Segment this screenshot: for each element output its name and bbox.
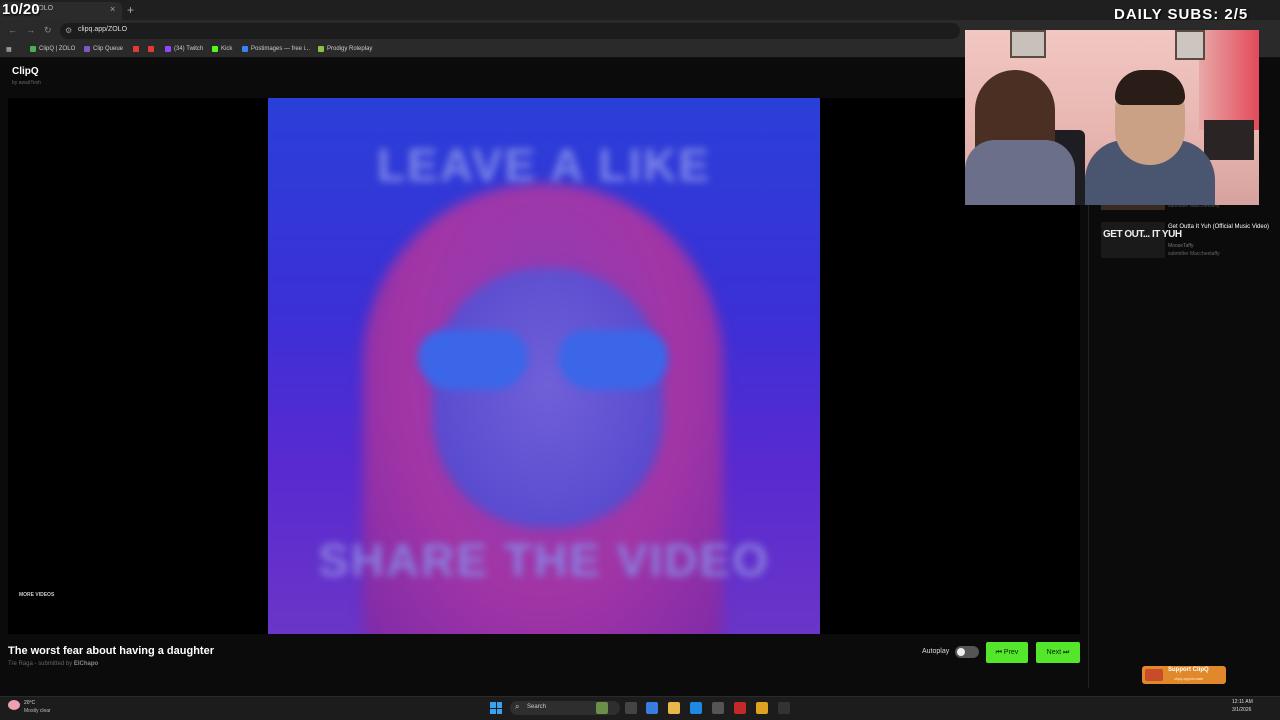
- task-view-icon[interactable]: [625, 702, 637, 714]
- webcam-wall-frame: [1010, 30, 1046, 58]
- widget-icon[interactable]: [596, 702, 608, 714]
- clip-meta: Tre Raga - submitted by ElChapo: [8, 661, 98, 667]
- copilot-icon[interactable]: [646, 702, 658, 714]
- play-icon: [30, 46, 36, 52]
- webcam-wall-light: [1199, 30, 1259, 130]
- more-videos-label[interactable]: MORE VIDEOS: [19, 592, 54, 598]
- file-explorer-icon[interactable]: [668, 702, 680, 714]
- capcut-icon[interactable]: [778, 702, 790, 714]
- leaf-icon: [318, 46, 324, 52]
- bookmark-kick[interactable]: Kick: [212, 46, 232, 52]
- support-url: clipq.app/donate: [1174, 676, 1204, 681]
- new-tab-icon[interactable]: +: [127, 3, 134, 17]
- chrome-icon[interactable]: [756, 702, 768, 714]
- clock-date[interactable]: 3/1/2026: [1232, 707, 1251, 713]
- weather-icon[interactable]: [8, 700, 20, 710]
- clock-time[interactable]: 12:11 AM: [1232, 699, 1253, 705]
- site-info-icon[interactable]: ⚙: [65, 26, 72, 35]
- video-overlay-bottom-text: SHARE THE VIDEO: [318, 534, 770, 586]
- stream-counter-overlay: 10/20: [2, 1, 40, 18]
- bookmark-prodigy[interactable]: Prodigy Roleplay: [318, 46, 372, 52]
- apps-grid-icon[interactable]: ▦: [6, 46, 12, 53]
- youtube-icon: [133, 46, 139, 52]
- clip-author[interactable]: Tre Raga: [8, 661, 33, 667]
- video-frame[interactable]: LEAVE A LIKE SHARE THE VIDEO: [268, 98, 820, 634]
- bookmark-label: (34) Twitch: [174, 46, 204, 52]
- search-icon: ⌕: [515, 702, 520, 711]
- weather-temp[interactable]: 20°C: [24, 700, 35, 706]
- webcam-overlay: [965, 30, 1259, 205]
- support-label: Support ClipQ: [1168, 667, 1209, 673]
- taskbar: [0, 696, 1280, 720]
- twitch-icon: [165, 46, 171, 52]
- queue-item-title[interactable]: Get Outta It Yuh (Official Music Video): [1168, 223, 1272, 232]
- bookmark-clipq[interactable]: ClipQ | ZOLO: [30, 46, 75, 52]
- webcam-shirt-left: [965, 140, 1075, 205]
- weather-desc[interactable]: Mostly clear: [24, 708, 51, 714]
- url-field[interactable]: [60, 23, 960, 39]
- video-overlay-top-text: LEAVE A LIKE: [376, 139, 712, 191]
- bookmark-youtube-2[interactable]: [148, 46, 154, 52]
- bookmark-clip-queue[interactable]: Clip Queue: [84, 46, 123, 52]
- edge-icon[interactable]: [690, 702, 702, 714]
- postimages-icon: [242, 46, 248, 52]
- webcam-desk: [1204, 120, 1254, 160]
- bookmark-label: Kick: [221, 46, 233, 52]
- queue-icon: [84, 46, 90, 52]
- bookmark-label: Prodigy Roleplay: [327, 46, 373, 52]
- video-lens-right: [558, 330, 668, 390]
- video-face-shape: [433, 268, 663, 528]
- webcam-hair-right: [1115, 70, 1185, 105]
- store-icon[interactable]: [712, 702, 724, 714]
- adobe-icon[interactable]: [734, 702, 746, 714]
- youtube-icon: [148, 46, 154, 52]
- browser-tab-bar: [0, 0, 1280, 20]
- prev-button[interactable]: ⏮ Prev: [986, 642, 1028, 663]
- autoplay-toggle-knob[interactable]: [957, 648, 965, 656]
- taskbar-search-placeholder[interactable]: Search: [527, 704, 546, 710]
- clip-title: The worst fear about having a daughter: [8, 645, 214, 657]
- video-lens-left: [418, 330, 528, 390]
- submitted-by-text: - submitted by: [32, 661, 74, 667]
- kick-icon: [212, 46, 218, 52]
- bookmark-twitch[interactable]: (34) Twitch: [165, 46, 203, 52]
- app-title[interactable]: ClipQ: [12, 66, 39, 77]
- bookmark-postimages[interactable]: Postimages — free i...: [242, 46, 310, 52]
- donate-icon: [1145, 669, 1163, 681]
- webcam-wall-frame: [1175, 30, 1205, 60]
- next-button[interactable]: Next ⏭: [1036, 642, 1080, 663]
- queue-item-thumbnail[interactable]: [1101, 222, 1165, 258]
- bookmark-youtube-1[interactable]: [133, 46, 139, 52]
- autoplay-label: Autoplay: [922, 648, 950, 655]
- tab-close-icon[interactable]: ×: [110, 4, 115, 14]
- queue-item-channel: MooseTaffy: [1168, 243, 1194, 249]
- clip-submitter[interactable]: ElChapo: [74, 661, 98, 667]
- back-icon[interactable]: ←: [8, 25, 17, 35]
- bookmark-label: Postimages — free i...: [251, 46, 311, 52]
- bookmark-label: Clip Queue: [93, 46, 124, 52]
- forward-icon[interactable]: →: [26, 25, 35, 35]
- bookmark-label: ClipQ | ZOLO: [39, 46, 76, 52]
- url-text[interactable]: clipq.app/ZOLO: [78, 26, 127, 33]
- start-icon[interactable]: [490, 702, 502, 714]
- app-byline: by awaitTesh: [12, 80, 41, 86]
- reload-icon[interactable]: ↻: [44, 25, 52, 36]
- queue-item-submitter: submitter Maccheetaffy: [1168, 251, 1220, 257]
